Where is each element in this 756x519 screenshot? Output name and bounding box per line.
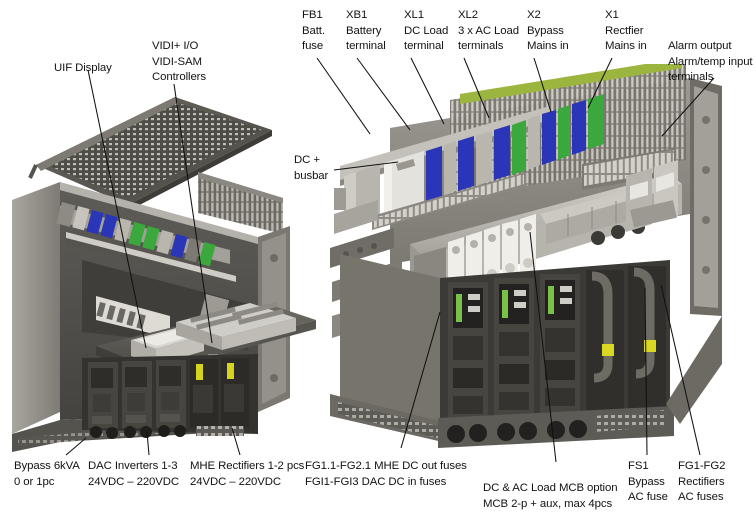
callout-xb1-battery-terminal: XB1 Battery terminal	[346, 9, 386, 52]
callout-dc-busbar: DC + busbar	[294, 154, 329, 182]
callout-mhe-rectifiers: MHE Rectifiers 1-2 pcs 24VDC – 220VDC	[190, 460, 305, 488]
callout-mcb-option: DC & AC Load MCB option MCB 2-p + aux, m…	[483, 482, 618, 510]
inverter-module	[122, 361, 152, 428]
mhe-rectifier-module	[586, 270, 624, 414]
callout-fg1-fg2-rectifier-fuses: FG1-FG2 Rectifiers AC fuses	[678, 460, 726, 503]
inverter-module	[88, 362, 118, 428]
module-bay-row	[82, 354, 258, 439]
dac-inverter-module	[494, 278, 534, 418]
callout-fs1-bypass-ac-fuse: FS1 Bypass AC fuse	[628, 460, 668, 503]
callout-dc-fuses: FG1.1-FG2.1 MHE DC out fuses FGI1-FGI3 D…	[305, 460, 467, 488]
figure-canvas: UIF Display VIDI+ I/O VIDI-SAM Controlle…	[0, 0, 756, 519]
rectifier-module	[190, 359, 218, 428]
dac-inverter-module	[540, 274, 580, 416]
inverter-module	[156, 360, 186, 428]
right-frame-rail	[690, 78, 722, 316]
callout-alarm-terminals: Alarm output Alarm/temp input terminals	[668, 40, 753, 83]
callout-xl1-dc-load-terminal: XL1 DC Load terminal	[404, 9, 449, 52]
rectifier-module	[221, 358, 249, 428]
left-cabinet-illustration	[12, 97, 316, 452]
right-cabinet-illustration	[330, 64, 722, 448]
lower-cabinet-body	[330, 254, 722, 448]
mhe-rectifier-module	[628, 266, 666, 412]
callout-x1-rectifier-mains: X1 Rectfier Mains in	[605, 9, 647, 52]
x2-bypass-mains-terminal	[542, 105, 570, 165]
callout-uif-display: UIF Display	[54, 62, 112, 74]
callout-fb1-battery-fuse: FB1 Batt. fuse	[302, 9, 325, 52]
dac-inverter-module	[448, 282, 488, 420]
callout-x2-bypass-mains: X2 Bypass Mains in	[527, 9, 569, 52]
callout-xl2-ac-load-terminals: XL2 3 x AC Load terminals	[458, 9, 519, 52]
callout-vidi-controllers: VIDI+ I/O VIDI-SAM Controllers	[152, 40, 206, 83]
